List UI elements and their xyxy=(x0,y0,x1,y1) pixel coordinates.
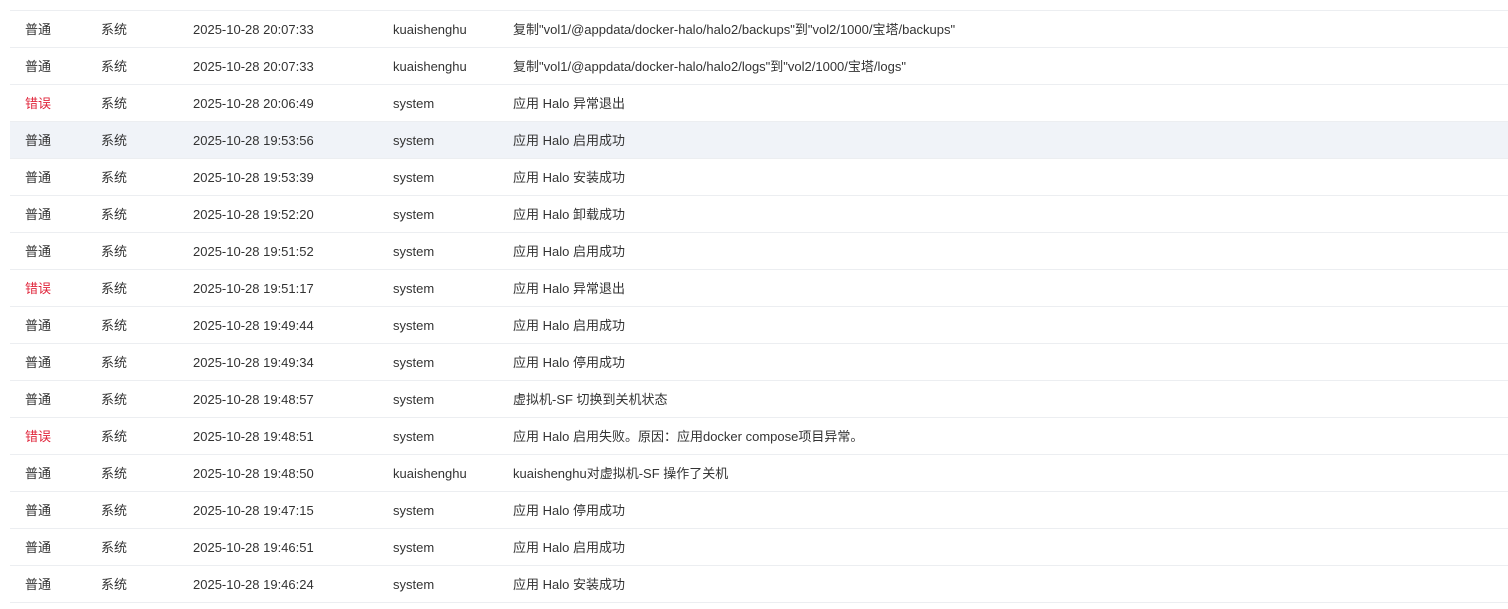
table-row[interactable]: 普通 系统 2025-10-28 20:07:33 kuaishenghu 复制… xyxy=(10,11,1508,48)
type-cell: 系统 xyxy=(101,244,128,259)
time-cell: 2025-10-28 19:51:52 xyxy=(193,244,314,259)
level-cell: 普通 xyxy=(25,244,52,259)
time-cell: 2025-10-28 19:48:51 xyxy=(193,429,314,444)
type-cell: 系统 xyxy=(101,466,128,481)
table-row[interactable]: 普通 系统 2025-10-28 19:51:52 system 应用 Halo… xyxy=(10,233,1508,270)
user-cell: kuaishenghu xyxy=(393,22,467,37)
log-table: 普通 系统 2025-10-28 20:07:33 kuaishenghu 复制… xyxy=(0,0,1508,609)
user-cell: system xyxy=(393,577,435,592)
level-cell: 普通 xyxy=(25,22,52,37)
user-cell: kuaishenghu xyxy=(393,59,467,74)
time-cell: 2025-10-28 19:48:50 xyxy=(193,466,314,481)
time-cell: 2025-10-28 19:49:44 xyxy=(193,318,314,333)
message-cell: 虚拟机-SF 切换到关机状态 xyxy=(513,392,668,407)
level-cell: 普通 xyxy=(25,355,52,370)
time-cell: 2025-10-28 19:53:56 xyxy=(193,133,314,148)
message-cell: 应用 Halo 异常退出 xyxy=(513,96,625,111)
level-cell: 错误 xyxy=(25,429,52,444)
time-cell: 2025-10-28 20:07:33 xyxy=(193,22,314,37)
time-cell: 2025-10-28 20:06:49 xyxy=(193,96,314,111)
time-cell: 2025-10-28 19:49:34 xyxy=(193,355,314,370)
table-row[interactable]: 普通 系统 2025-10-28 19:46:24 system 应用 Halo… xyxy=(10,566,1508,603)
level-cell: 普通 xyxy=(25,503,52,518)
user-cell: system xyxy=(393,170,435,185)
table-row[interactable]: 普通 系统 2025-10-28 19:53:56 system 应用 Halo… xyxy=(10,122,1508,159)
user-cell: kuaishenghu xyxy=(393,466,467,481)
type-cell: 系统 xyxy=(101,540,128,555)
type-cell: 系统 xyxy=(101,281,128,296)
message-cell: 应用 Halo 启用成功 xyxy=(513,540,625,555)
message-cell: 应用 Halo 异常退出 xyxy=(513,281,625,296)
table-row[interactable]: 普通 系统 2025-10-28 19:49:44 system 应用 Halo… xyxy=(10,307,1508,344)
message-cell: 复制"vol1/@appdata/docker-halo/halo2/logs"… xyxy=(513,59,906,74)
user-cell: system xyxy=(393,392,435,407)
time-cell: 2025-10-28 20:07:33 xyxy=(193,59,314,74)
table-row[interactable]: 普通 系统 2025-10-28 19:49:34 system 应用 Halo… xyxy=(10,344,1508,381)
user-cell: system xyxy=(393,133,435,148)
level-cell: 普通 xyxy=(25,170,52,185)
time-cell: 2025-10-28 19:52:20 xyxy=(193,207,314,222)
user-cell: system xyxy=(393,318,435,333)
type-cell: 系统 xyxy=(101,355,128,370)
user-cell: system xyxy=(393,207,435,222)
level-cell: 普通 xyxy=(25,392,52,407)
type-cell: 系统 xyxy=(101,170,128,185)
time-cell: 2025-10-28 19:51:17 xyxy=(193,281,314,296)
type-cell: 系统 xyxy=(101,392,128,407)
level-cell: 普通 xyxy=(25,540,52,555)
message-cell: kuaishenghu对虚拟机-SF 操作了关机 xyxy=(513,466,729,481)
log-rows: 普通 系统 2025-10-28 20:07:33 kuaishenghu 复制… xyxy=(10,11,1508,603)
time-cell: 2025-10-28 19:47:15 xyxy=(193,503,314,518)
level-cell: 普通 xyxy=(25,318,52,333)
table-row[interactable]: 错误 系统 2025-10-28 20:06:49 system 应用 Halo… xyxy=(10,85,1508,122)
type-cell: 系统 xyxy=(101,59,128,74)
message-cell: 应用 Halo 启用成功 xyxy=(513,244,625,259)
message-cell: 应用 Halo 停用成功 xyxy=(513,503,625,518)
level-cell: 普通 xyxy=(25,577,52,592)
table-row[interactable]: 普通 系统 2025-10-28 19:48:50 kuaishenghu ku… xyxy=(10,455,1508,492)
time-cell: 2025-10-28 19:48:57 xyxy=(193,392,314,407)
level-cell: 普通 xyxy=(25,59,52,74)
type-cell: 系统 xyxy=(101,22,128,37)
message-cell: 应用 Halo 停用成功 xyxy=(513,355,625,370)
message-cell: 应用 Halo 安装成功 xyxy=(513,170,625,185)
message-cell: 应用 Halo 启用成功 xyxy=(513,318,625,333)
type-cell: 系统 xyxy=(101,503,128,518)
user-cell: system xyxy=(393,540,435,555)
message-cell: 应用 Halo 卸载成功 xyxy=(513,207,625,222)
time-cell: 2025-10-28 19:46:24 xyxy=(193,577,314,592)
user-cell: system xyxy=(393,429,435,444)
table-row[interactable]: 普通 系统 2025-10-28 19:46:51 system 应用 Halo… xyxy=(10,529,1508,566)
user-cell: system xyxy=(393,244,435,259)
table-row[interactable]: 错误 系统 2025-10-28 19:48:51 system 应用 Halo… xyxy=(10,418,1508,455)
message-cell: 应用 Halo 启用成功 xyxy=(513,133,625,148)
message-cell: 应用 Halo 安装成功 xyxy=(513,577,625,592)
type-cell: 系统 xyxy=(101,207,128,222)
table-row[interactable]: 普通 系统 2025-10-28 19:48:57 system 虚拟机-SF … xyxy=(10,381,1508,418)
table-row[interactable]: 错误 系统 2025-10-28 19:51:17 system 应用 Halo… xyxy=(10,270,1508,307)
time-cell: 2025-10-28 19:46:51 xyxy=(193,540,314,555)
user-cell: system xyxy=(393,281,435,296)
table-row[interactable]: 普通 系统 2025-10-28 19:53:39 system 应用 Halo… xyxy=(10,159,1508,196)
table-row[interactable]: 普通 系统 2025-10-28 19:52:20 system 应用 Halo… xyxy=(10,196,1508,233)
level-cell: 错误 xyxy=(25,281,52,296)
type-cell: 系统 xyxy=(101,577,128,592)
user-cell: system xyxy=(393,355,435,370)
level-cell: 普通 xyxy=(25,466,52,481)
level-cell: 普通 xyxy=(25,207,52,222)
table-row-partial xyxy=(10,0,1508,11)
type-cell: 系统 xyxy=(101,318,128,333)
table-row[interactable]: 普通 系统 2025-10-28 19:47:15 system 应用 Halo… xyxy=(10,492,1508,529)
level-cell: 普通 xyxy=(25,133,52,148)
type-cell: 系统 xyxy=(101,96,128,111)
message-cell: 复制"vol1/@appdata/docker-halo/halo2/backu… xyxy=(513,22,956,37)
table-row[interactable]: 普通 系统 2025-10-28 20:07:33 kuaishenghu 复制… xyxy=(10,48,1508,85)
message-cell: 应用 Halo 启用失败。原因：应用docker compose项目异常。 xyxy=(513,429,864,444)
user-cell: system xyxy=(393,503,435,518)
type-cell: 系统 xyxy=(101,133,128,148)
type-cell: 系统 xyxy=(101,429,128,444)
user-cell: system xyxy=(393,96,435,111)
time-cell: 2025-10-28 19:53:39 xyxy=(193,170,314,185)
level-cell: 错误 xyxy=(25,96,52,111)
